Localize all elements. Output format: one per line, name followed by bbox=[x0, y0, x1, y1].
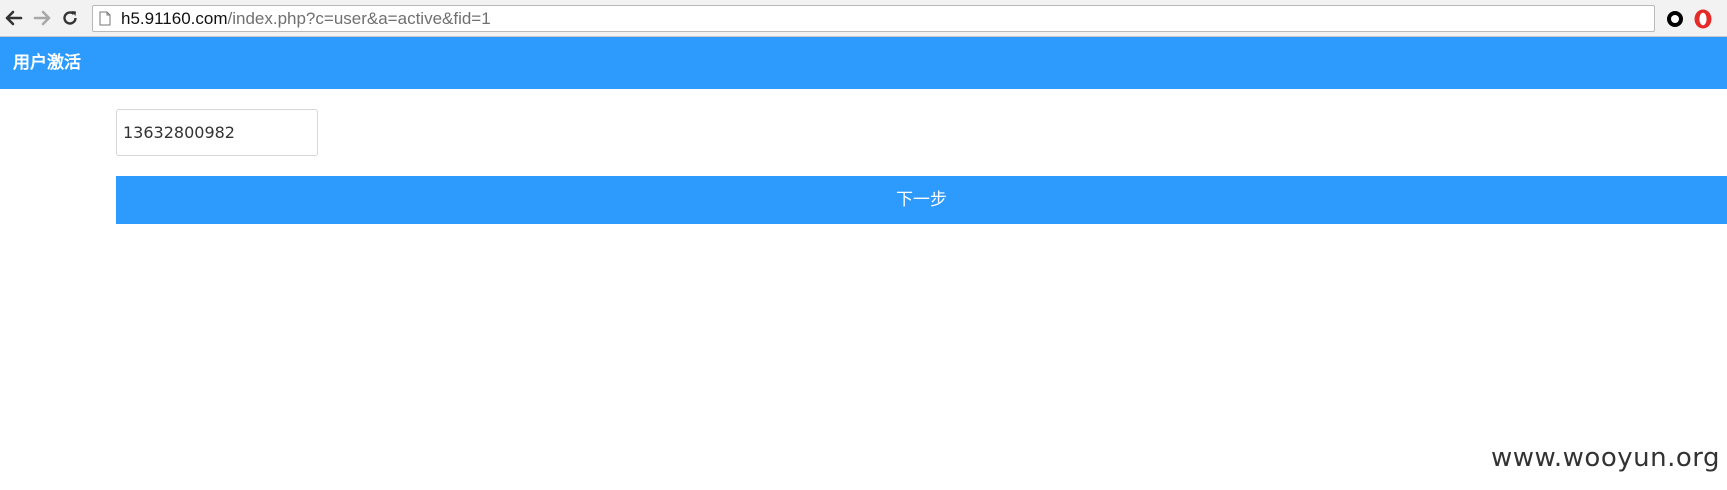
opera-icon[interactable] bbox=[1692, 8, 1714, 30]
forward-arrow-icon bbox=[33, 10, 51, 26]
browser-toolbar: h5.91160.com/index.php?c=user&a=active&f… bbox=[0, 0, 1727, 37]
app-header: 用户激活 bbox=[0, 37, 1727, 89]
forward-button[interactable] bbox=[30, 6, 54, 30]
page-icon bbox=[99, 11, 113, 27]
url-path: /index.php?c=user&a=active&fid=1 bbox=[227, 8, 491, 28]
back-button[interactable] bbox=[2, 6, 26, 30]
page-title: 用户激活 bbox=[13, 53, 81, 73]
back-arrow-icon bbox=[5, 10, 23, 26]
reload-icon bbox=[61, 9, 79, 27]
watermark: www.wooyun.org bbox=[1490, 443, 1720, 473]
extension-icon[interactable] bbox=[1664, 8, 1686, 30]
phone-input[interactable] bbox=[116, 109, 318, 156]
reload-button[interactable] bbox=[58, 6, 82, 30]
address-bar[interactable]: h5.91160.com/index.php?c=user&a=active&f… bbox=[92, 5, 1655, 32]
url-text: h5.91160.com/index.php?c=user&a=active&f… bbox=[121, 9, 491, 29]
next-step-button[interactable]: 下一步 bbox=[116, 176, 1727, 224]
url-host: h5.91160.com bbox=[121, 8, 228, 28]
